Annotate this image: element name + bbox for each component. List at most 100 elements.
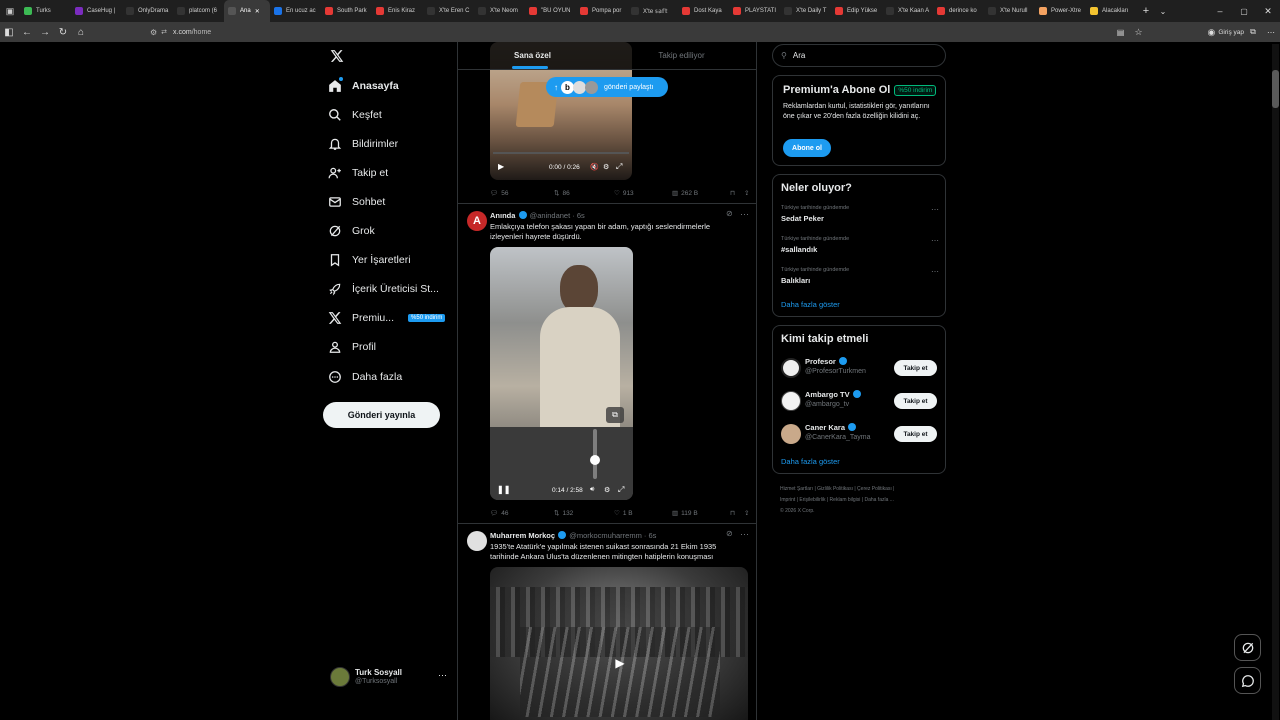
post3-video[interactable]: ▶: [490, 567, 748, 720]
close-window-button[interactable]: ✕: [1256, 6, 1280, 17]
reply-button[interactable]: 💬︎ 56: [490, 189, 554, 198]
footer-links-2[interactable]: Imprint | Erişilebilirlik | Reklam bilgi…: [780, 497, 894, 503]
browser-tab[interactable]: Edip Yükse: [831, 0, 882, 22]
post2-avatar[interactable]: A: [467, 211, 487, 231]
pause-icon[interactable]: ❚❚: [497, 485, 510, 494]
bookmark-button[interactable]: ⊓: [730, 189, 744, 197]
nav-home[interactable]: Anasayfa: [328, 75, 458, 97]
maximize-button[interactable]: ▢: [1232, 7, 1256, 16]
post3-more-icon[interactable]: ⋯: [740, 529, 749, 540]
trend-more-icon[interactable]: ⋯: [931, 205, 939, 214]
browser-tab[interactable]: derince ko: [933, 0, 984, 22]
volume-slider[interactable]: [593, 429, 597, 479]
trend-more-icon[interactable]: ⋯: [931, 236, 939, 245]
signin-button[interactable]: ◉ Giriş yap: [1207, 27, 1244, 38]
reload-button[interactable]: ↻: [54, 22, 72, 42]
play-icon[interactable]: ▶: [498, 162, 504, 171]
reply-button[interactable]: 💬︎ 46: [490, 509, 554, 518]
browser-menu-icon[interactable]: ⋯: [1262, 22, 1280, 42]
home-button[interactable]: ⌂: [72, 22, 90, 42]
browser-tab[interactable]: X'te Kaan A: [882, 0, 933, 22]
new-posts-pill[interactable]: ↑ b gönderi paylaştı: [546, 77, 668, 97]
browser-tab[interactable]: South Park: [321, 0, 372, 22]
follow-suggestion[interactable]: Profesor @ProfesorTurkmen Takip et: [773, 356, 945, 380]
tab-following[interactable]: Takip ediliyor: [607, 42, 756, 69]
nav-more[interactable]: Daha fazla: [328, 366, 458, 388]
back-button[interactable]: ←: [18, 22, 36, 42]
pip-icon[interactable]: ⧉: [606, 407, 624, 423]
trend-item[interactable]: Türkiye tarihinde gündemde #sallandık ⋯: [781, 236, 941, 254]
nav-profile[interactable]: Profil: [328, 336, 458, 358]
trend-item[interactable]: Türkiye tarihinde gündemde Sedat Peker ⋯: [781, 205, 941, 223]
follow-suggestion[interactable]: Caner Kara @CanerKara_Tayma Takip et: [773, 422, 945, 446]
who-show-more-link[interactable]: Daha fazla göster: [781, 457, 840, 466]
share-button[interactable]: ⇪: [744, 189, 749, 197]
extensions-icon[interactable]: ⧉: [1244, 22, 1262, 42]
browser-tab[interactable]: X'te Nurull: [984, 0, 1035, 22]
post2-more-icon[interactable]: ⋯: [740, 209, 749, 220]
favorite-star-icon[interactable]: ☆: [1129, 22, 1147, 42]
nav-chat[interactable]: Sohbet: [328, 191, 458, 213]
new-tab-button[interactable]: +: [1137, 5, 1155, 17]
volume-mute-icon[interactable]: 🔇: [590, 163, 599, 171]
forward-button[interactable]: →: [36, 22, 54, 42]
browser-tab[interactable]: Enis Kiraz: [372, 0, 423, 22]
search-box[interactable]: ⚲ Ara: [772, 44, 946, 67]
minimize-button[interactable]: –: [1208, 6, 1232, 16]
grok-post-icon[interactable]: ⊘: [726, 529, 733, 538]
follow-button[interactable]: Takip et: [894, 393, 937, 409]
post2-author-name[interactable]: Anında: [490, 211, 515, 220]
bookmark-button[interactable]: ⊓: [730, 509, 744, 517]
post3-handle[interactable]: @morkocmuharremm: [569, 531, 642, 540]
page-scrollbar[interactable]: [1272, 44, 1279, 720]
grok-fab-button[interactable]: [1234, 634, 1261, 661]
site-info-icon[interactable]: ⚙: [150, 28, 157, 37]
trend-item[interactable]: Türkiye tarihinde gündemde Balıkları ⋯: [781, 267, 941, 285]
url-text[interactable]: x.com/home: [173, 29, 211, 36]
views-button[interactable]: ▥ 262 B: [672, 189, 730, 198]
follow-button[interactable]: Takip et: [894, 426, 937, 442]
browser-tab[interactable]: X'te Daily T: [780, 0, 831, 22]
post3-author-name[interactable]: Muharrem Morkoç: [490, 531, 555, 540]
video-progress-bar[interactable]: [493, 152, 629, 154]
tab-close-icon[interactable]: ✕: [255, 8, 260, 15]
nav-bookmarks[interactable]: Yer İşaretleri: [328, 249, 458, 271]
browser-tab[interactable]: En ucuz ac: [270, 0, 321, 22]
post-button[interactable]: Gönderi yayınla: [323, 402, 440, 428]
post3-avatar[interactable]: [467, 531, 487, 551]
repost-button[interactable]: ⇅ 132: [554, 509, 614, 518]
x-logo-icon[interactable]: [330, 49, 344, 68]
browser-tab[interactable]: platcom (6: [173, 0, 224, 22]
nav-creator-studio[interactable]: İçerik Üreticisi St...: [328, 278, 458, 300]
browser-tab[interactable]: Turks: [20, 0, 71, 22]
trend-more-icon[interactable]: ⋯: [931, 267, 939, 276]
browser-tab[interactable]: X'te 𝕤𝕒𝕗𝕥: [627, 0, 678, 22]
video-settings-icon[interactable]: ⚙: [604, 486, 610, 494]
browser-tab[interactable]: Dost Kaya: [678, 0, 729, 22]
browser-tab[interactable]: Power-Xtre: [1035, 0, 1086, 22]
views-button[interactable]: ▥ 119 B: [672, 509, 730, 518]
follow-suggestion[interactable]: Ambargo TV @ambargo_tv Takip et: [773, 389, 945, 413]
scrollbar-thumb[interactable]: [1272, 70, 1279, 108]
reader-mode-icon[interactable]: ▤: [1111, 22, 1129, 42]
browser-tab[interactable]: X'te Neom: [474, 0, 525, 22]
nav-premium[interactable]: Premiu... %50 indirim: [328, 307, 458, 329]
volume-slider-knob[interactable]: [590, 455, 600, 465]
browser-tab[interactable]: Ana ✕: [224, 0, 270, 22]
fullscreen-icon[interactable]: ⤢: [618, 485, 624, 495]
repost-button[interactable]: ⇅ 86: [554, 189, 614, 198]
trends-show-more-link[interactable]: Daha fazla göster: [781, 300, 840, 309]
nav-grok[interactable]: Grok: [328, 220, 458, 242]
tab-for-you[interactable]: Sana özel: [458, 42, 607, 69]
browser-tab[interactable]: Pompa por: [576, 0, 627, 22]
volume-icon[interactable]: 🔊︎: [590, 486, 594, 494]
grok-post-icon[interactable]: ⊘: [726, 209, 733, 218]
fullscreen-icon[interactable]: ⤢: [616, 162, 622, 172]
tab-list-chevron-icon[interactable]: ⌄: [1155, 7, 1171, 16]
browser-tab[interactable]: PLAYSTATI: [729, 0, 780, 22]
subscribe-button[interactable]: Abone ol: [783, 139, 831, 157]
tab-actions-icon[interactable]: ▣: [0, 6, 20, 17]
url-field[interactable]: ⇄: [161, 28, 167, 36]
like-button[interactable]: ♡ 1 B: [614, 509, 672, 518]
sidebar-toggle-icon[interactable]: ◧: [0, 22, 18, 42]
